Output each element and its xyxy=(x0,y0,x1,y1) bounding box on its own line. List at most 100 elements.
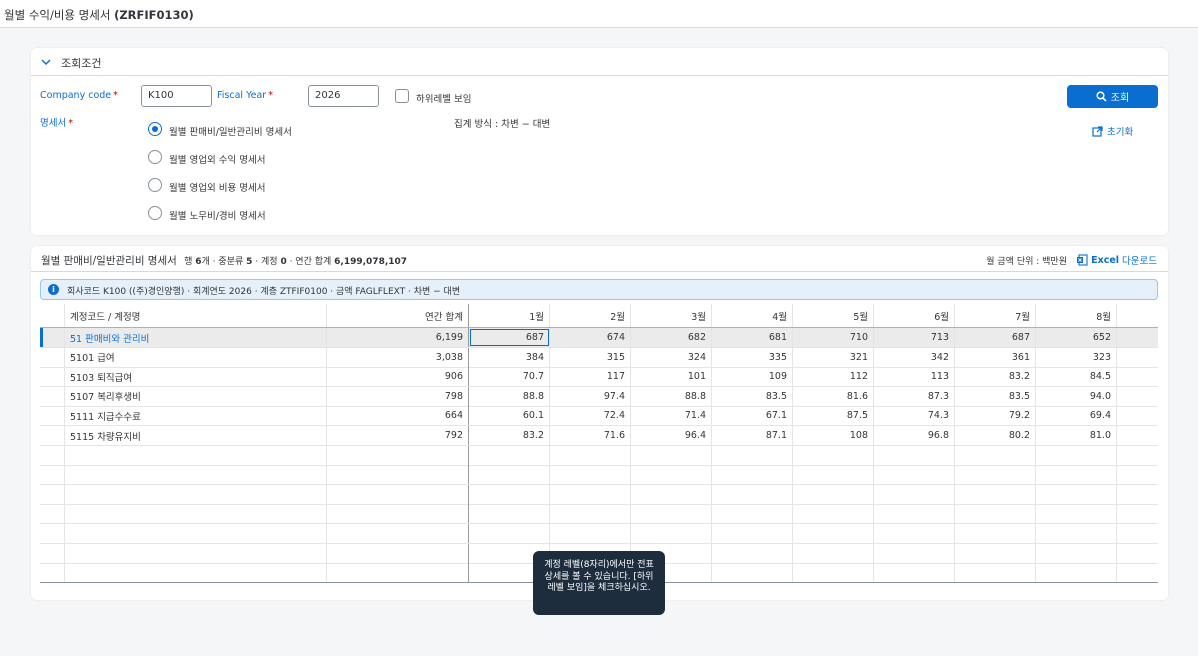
info-message: 회사코드 K100 ((주)경인양행) · 회계연도 2026 · 계층 ZTF… xyxy=(67,287,461,297)
month-5-cell[interactable]: 87.5 xyxy=(793,406,874,426)
statement-option-2[interactable]: 월별 영업외 수익 명세서 xyxy=(169,152,265,166)
month-6-cell[interactable]: 87.3 xyxy=(874,386,955,406)
results-panel: 월별 판매비/일반관리비 명세서 행 6개 · 중분류 5 · 계정 0 · 연… xyxy=(31,246,1168,600)
row-selector[interactable] xyxy=(40,347,65,367)
month-6-cell[interactable]: 113 xyxy=(874,367,955,387)
tooltip: 계정 레벨(8자리)에서만 전표 상세를 볼 수 있습니다. [하위레벨 보임]… xyxy=(533,551,665,615)
month-1-cell[interactable]: 70.7 xyxy=(469,367,550,387)
month-3-cell[interactable]: 101 xyxy=(631,367,712,387)
search-button[interactable]: 조회 xyxy=(1067,85,1158,108)
month-2-cell[interactable]: 97.4 xyxy=(550,386,631,406)
month-3-cell[interactable]: 96.4 xyxy=(631,426,712,445)
month-7-cell[interactable]: 80.2 xyxy=(955,426,1036,445)
month-6-cell[interactable]: 342 xyxy=(874,347,955,367)
account-cell xyxy=(65,504,327,524)
month-7-cell[interactable]: 361 xyxy=(955,347,1036,367)
month-2-cell[interactable]: 72.4 xyxy=(550,406,631,426)
month-8-cell[interactable]: 84.5 xyxy=(1036,367,1117,387)
reset-button[interactable]: 초기화 xyxy=(1092,124,1133,138)
month-1-cell[interactable]: 60.1 xyxy=(469,406,550,426)
month-3-cell[interactable]: 682 xyxy=(631,328,712,347)
month-2-cell[interactable]: 117 xyxy=(550,367,631,387)
col-header-m3[interactable]: 3월 xyxy=(631,304,712,327)
conditions-header[interactable]: 조회조건 xyxy=(31,48,1168,76)
table-row[interactable]: 5111 지급수수료 664 60.1 72.4 71.4 67.1 87.5 74.3 79.… xyxy=(40,406,1158,427)
row-selector[interactable] xyxy=(40,406,65,426)
statement-radio-1[interactable] xyxy=(148,122,162,136)
col-header-m7[interactable]: 7월 xyxy=(955,304,1036,327)
col-header-m8[interactable]: 8월 xyxy=(1036,304,1117,327)
month-5-cell[interactable]: 108 xyxy=(793,426,874,445)
month-4-cell xyxy=(712,543,793,563)
month-1-cell[interactable]: 83.2 xyxy=(469,426,550,445)
col-header-annual[interactable]: 연간 합계 xyxy=(327,304,469,327)
month-5-cell[interactable]: 321 xyxy=(793,347,874,367)
show-sublevel-checkbox[interactable] xyxy=(395,89,409,103)
month-1-cell[interactable]: 88.8 xyxy=(469,386,550,406)
col-header-m2[interactable]: 2월 xyxy=(550,304,631,327)
col-header-m6[interactable]: 6월 xyxy=(874,304,955,327)
month-4-cell[interactable]: 335 xyxy=(712,347,793,367)
statement-radio-4[interactable] xyxy=(148,206,162,220)
row-selector[interactable] xyxy=(40,328,65,347)
month-5-cell[interactable]: 710 xyxy=(793,328,874,347)
table-row[interactable]: 51 판매비와 관리비 6,199 687 674 682 681 710 713 687 652 xyxy=(40,328,1158,348)
show-sublevel-label[interactable]: 하위레벨 보임 xyxy=(416,91,471,105)
month-3-cell[interactable]: 324 xyxy=(631,347,712,367)
month-4-cell[interactable]: 109 xyxy=(712,367,793,387)
month-5-cell xyxy=(793,563,874,582)
month-4-cell[interactable]: 681 xyxy=(712,328,793,347)
month-6-cell[interactable]: 74.3 xyxy=(874,406,955,426)
table-row[interactable]: 5101 급여 3,038 384 315 324 335 321 342 361 323 xyxy=(40,347,1158,368)
row-selector xyxy=(40,543,65,563)
table-row[interactable]: 5115 차량유지비 792 83.2 71.6 96.4 87.1 108 96.8 80.2… xyxy=(40,426,1158,446)
month-8-cell xyxy=(1036,563,1117,582)
month-2-cell xyxy=(550,445,631,465)
filler-cell xyxy=(1117,406,1158,425)
month-7-cell[interactable]: 83.5 xyxy=(955,386,1036,406)
excel-download-button[interactable]: Excel 다운로드 xyxy=(1076,253,1157,267)
month-8-cell[interactable]: 69.4 xyxy=(1036,406,1117,426)
table-row[interactable]: 5107 복리후생비 798 88.8 97.4 88.8 83.5 81.6 87.3 83.… xyxy=(40,386,1158,407)
company-code-input[interactable]: K100 xyxy=(141,85,212,107)
month-7-cell[interactable]: 687 xyxy=(955,328,1036,347)
month-8-cell[interactable]: 652 xyxy=(1036,328,1117,347)
month-2-cell[interactable]: 71.6 xyxy=(550,426,631,445)
month-5-cell[interactable]: 81.6 xyxy=(793,386,874,406)
month-5-cell[interactable]: 112 xyxy=(793,367,874,387)
table-row[interactable]: 5103 퇴직급여 906 70.7 117 101 109 112 113 83.2 84.5 xyxy=(40,367,1158,388)
row-selector[interactable] xyxy=(40,367,65,387)
col-header-m4[interactable]: 4월 xyxy=(712,304,793,327)
month-2-cell[interactable]: 315 xyxy=(550,347,631,367)
month-4-cell[interactable]: 67.1 xyxy=(712,406,793,426)
col-header-m5[interactable]: 5월 xyxy=(793,304,874,327)
col-header-account[interactable]: 계정코드 / 계정명 xyxy=(65,304,327,327)
statement-option-4[interactable]: 월별 노무비/경비 명세서 xyxy=(169,208,266,222)
month-1-cell[interactable]: 384 xyxy=(469,347,550,367)
statement-radio-3[interactable] xyxy=(148,178,162,192)
statement-option-1[interactable]: 월별 판매비/일반관리비 명세서 xyxy=(169,124,292,138)
fiscal-year-input[interactable]: 2026 xyxy=(308,85,379,107)
month-8-cell[interactable]: 81.0 xyxy=(1036,426,1117,445)
month-7-cell[interactable]: 83.2 xyxy=(955,367,1036,387)
month-4-cell[interactable]: 87.1 xyxy=(712,426,793,445)
account-link[interactable]: 51 판매비와 관리비 xyxy=(65,328,327,347)
row-selector[interactable] xyxy=(40,386,65,406)
col-header-m1[interactable]: 1월 xyxy=(469,304,550,327)
month-3-cell[interactable]: 71.4 xyxy=(631,406,712,426)
month-4-cell[interactable]: 83.5 xyxy=(712,386,793,406)
search-conditions-panel: 조회조건 Company code * K100 Fiscal Year * 202… xyxy=(31,48,1168,235)
month-8-cell[interactable]: 323 xyxy=(1036,347,1117,367)
month-6-cell[interactable]: 713 xyxy=(874,328,955,347)
month-2-cell[interactable]: 674 xyxy=(550,328,631,347)
month-6-cell[interactable]: 96.8 xyxy=(874,426,955,445)
month-7-cell[interactable]: 79.2 xyxy=(955,406,1036,426)
month-8-cell[interactable]: 94.0 xyxy=(1036,386,1117,406)
statement-radio-2[interactable] xyxy=(148,150,162,164)
chevron-down-icon[interactable] xyxy=(40,56,52,68)
row-selector[interactable] xyxy=(40,426,65,445)
month-7-cell xyxy=(955,563,1036,582)
statement-option-3[interactable]: 월별 영업외 비용 명세서 xyxy=(169,180,265,194)
month-3-cell[interactable]: 88.8 xyxy=(631,386,712,406)
month-1-cell[interactable]: 687 xyxy=(469,328,550,347)
